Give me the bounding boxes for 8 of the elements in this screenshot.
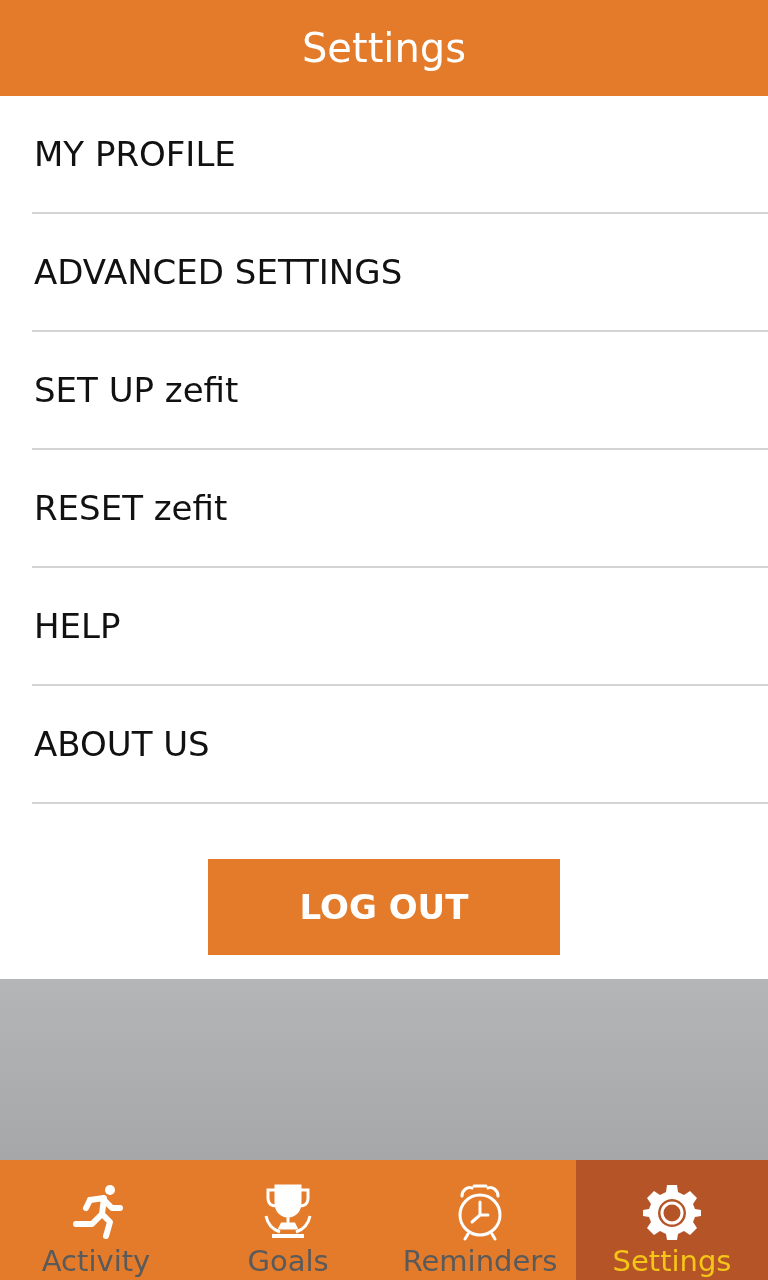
menu-item[interactable]: SET UP zefit	[32, 332, 768, 450]
menu-item[interactable]: RESET zefit	[32, 450, 768, 568]
menu-item[interactable]: HELP	[32, 568, 768, 686]
menu-item[interactable]: ADVANCED SETTINGS	[32, 214, 768, 332]
menu-item[interactable]: ABOUT US	[32, 686, 768, 804]
settings-icon	[642, 1182, 702, 1242]
page-title: Settings	[301, 25, 467, 71]
menu-item[interactable]: MY PROFILE	[32, 96, 768, 214]
